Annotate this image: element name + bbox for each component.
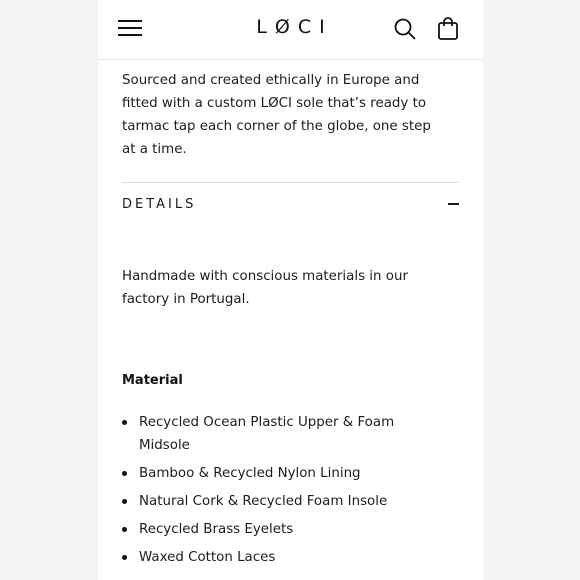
material-item-label: Natural Cork & Recycled Foam Insole <box>139 494 388 509</box>
details-text: Handmade with conscious materials in our… <box>122 269 408 307</box>
bullet-icon <box>122 527 127 532</box>
material-item-label: Recycled Brass Eyelets <box>139 522 294 537</box>
bullet-icon <box>122 555 127 560</box>
shopping-bag-icon[interactable] <box>437 17 459 41</box>
search-icon[interactable] <box>394 18 416 40</box>
section-divider <box>122 182 459 183</box>
material-item-label: Bamboo & Recycled Nylon Lining <box>139 466 361 481</box>
bullet-icon <box>122 471 127 476</box>
details-label: DETAILS <box>122 197 197 212</box>
product-description: Sourced and created ethically in Europe … <box>122 69 442 161</box>
material-item-label: Recycled Ocean Plastic Upper & Foam Mids… <box>139 415 395 453</box>
bullet-icon <box>122 499 127 504</box>
material-heading: Material <box>122 373 183 388</box>
description-text: Sourced and created ethically in Europe … <box>122 73 431 157</box>
product-page: LØCI Sourced and created ethically in Eu… <box>98 0 483 580</box>
minus-icon <box>448 203 459 205</box>
list-item: Natural Cork & Recycled Foam Insole <box>122 490 422 513</box>
list-item: Waxed Cotton Laces <box>122 546 422 569</box>
list-item: Recycled Ocean Plastic Upper & Foam Mids… <box>122 411 422 457</box>
list-item: Recycled Brass Eyelets <box>122 518 422 541</box>
material-item-label: Waxed Cotton Laces <box>139 550 276 565</box>
details-accordion-toggle[interactable]: DETAILS <box>122 193 459 215</box>
site-header: LØCI <box>98 0 483 60</box>
material-list: Recycled Ocean Plastic Upper & Foam Mids… <box>122 411 422 574</box>
list-item: Bamboo & Recycled Nylon Lining <box>122 462 422 485</box>
bullet-icon <box>122 420 127 425</box>
brand-logo[interactable]: LØCI <box>98 16 483 38</box>
